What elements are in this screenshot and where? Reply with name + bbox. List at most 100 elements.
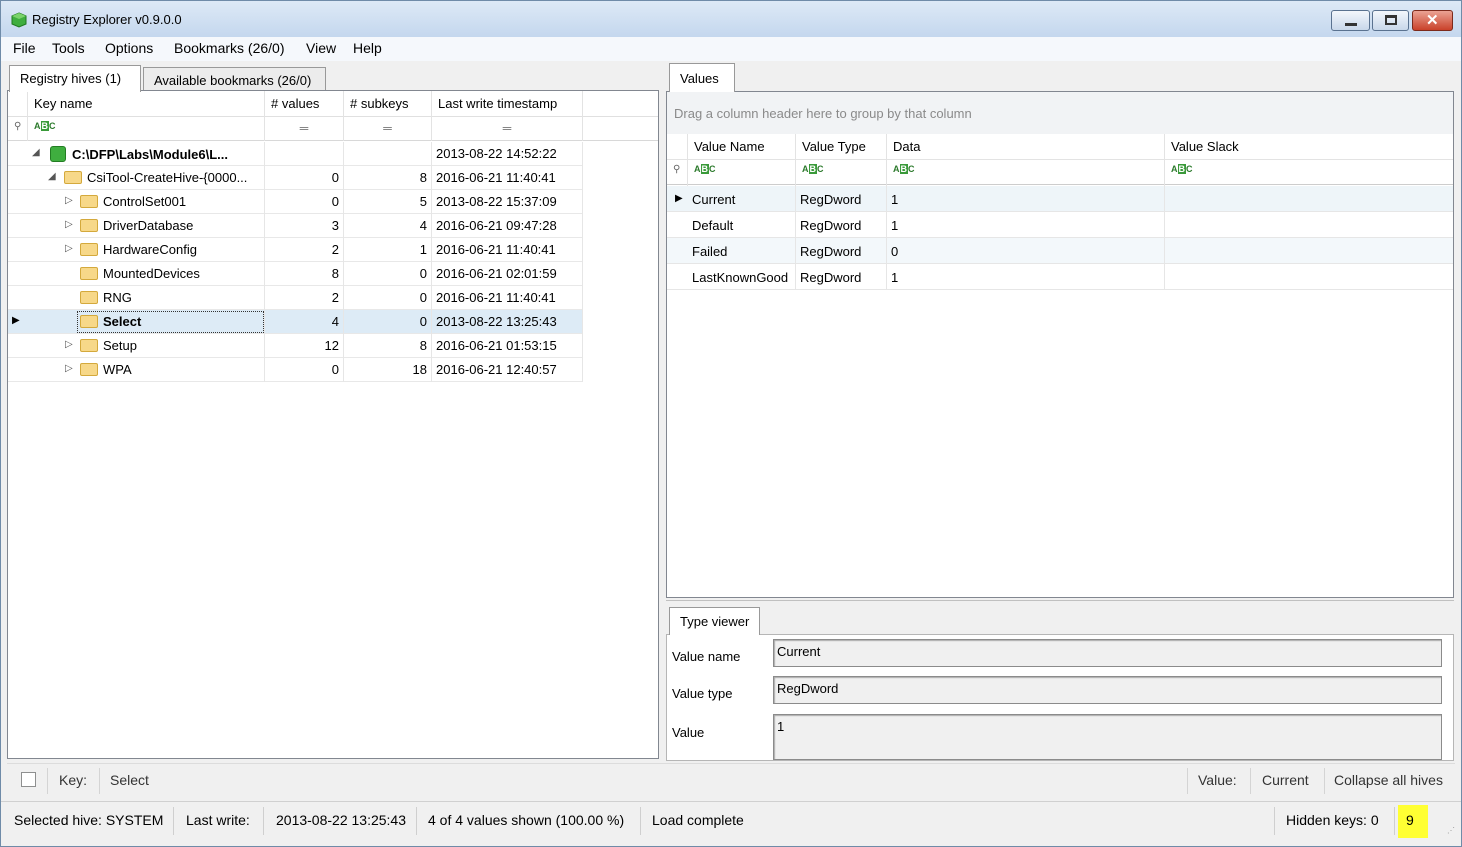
tree-row[interactable]: ▷ Setup 12 8 2016-06-21 01:53:15 [8, 334, 583, 358]
tab-available-bookmarks[interactable]: Available bookmarks (26/0) [143, 67, 326, 91]
folder-icon [80, 195, 98, 208]
column-value-name[interactable]: Value Name [688, 134, 796, 159]
filter-value-name[interactable]: ABC [688, 160, 796, 186]
expand-arrow-icon[interactable]: ▷ [65, 195, 73, 206]
tree-row[interactable]: ◢ CsiTool-CreateHive-{0000... 0 8 2016-0… [8, 166, 583, 190]
collapse-arrow-icon[interactable]: ◢ [32, 147, 40, 158]
menu-bookmarks[interactable]: Bookmarks (26/0) [174, 40, 284, 56]
filter-last-write[interactable]: ═ [432, 117, 583, 141]
menu-view[interactable]: View [306, 40, 336, 56]
expand-arrow-icon[interactable]: ▷ [65, 219, 73, 230]
menu-file[interactable]: File [13, 40, 36, 56]
key-subkeys-count: 8 [344, 166, 432, 190]
tree-row-hive[interactable]: ◢ C:\DFP\Labs\Module6\L... 2013-08-22 14… [8, 142, 583, 166]
key-values-count: 4 [265, 310, 344, 334]
value-row[interactable]: Failed RegDword 0 [667, 238, 1453, 264]
count-badge: 9 [1406, 812, 1414, 828]
minimize-button[interactable] [1331, 10, 1370, 31]
checkbox[interactable] [21, 772, 36, 787]
folder-icon [80, 243, 98, 256]
value-slack [1165, 212, 1453, 238]
equals-icon: ═ [502, 121, 512, 135]
type-viewer-panel: Value name Current Value type RegDword V… [666, 600, 1454, 761]
app-window: Registry Explorer v0.9.0.0 ✕ File Tools … [0, 0, 1462, 847]
hidden-keys-status: Hidden keys: 0 [1286, 812, 1379, 828]
folder-icon [64, 171, 82, 184]
collapse-all-hives-button[interactable]: Collapse all hives [1334, 772, 1443, 788]
value-name: Default [688, 212, 796, 238]
value-row[interactable]: Default RegDword 1 [667, 212, 1453, 238]
value-type-field[interactable]: RegDword [773, 676, 1442, 704]
tree-row[interactable]: ▷ HardwareConfig 2 1 2016-06-21 11:40:41 [8, 238, 583, 262]
registry-cube-icon [11, 12, 27, 28]
tree-row[interactable]: ▷ WPA 0 18 2016-06-21 12:40:57 [8, 358, 583, 382]
key-values-count: 3 [265, 214, 344, 238]
registry-key-tree: Key name # values # subkeys Last write t… [7, 90, 659, 759]
value-type: RegDword [796, 186, 887, 212]
text-filter-icon: ABC [34, 121, 56, 131]
folder-icon [80, 339, 98, 352]
value-name-field[interactable]: Current [773, 639, 1442, 667]
filter-value-type[interactable]: ABC [796, 160, 887, 186]
column-value-slack[interactable]: Value Slack [1165, 134, 1453, 159]
column-data[interactable]: Data [887, 134, 1165, 159]
tab-values[interactable]: Values [669, 63, 735, 92]
column-last-write[interactable]: Last write timestamp [432, 91, 583, 117]
value-data: 1 [887, 264, 1165, 290]
value-data: 0 [887, 238, 1165, 264]
key-values-count [265, 142, 344, 166]
tree-row[interactable]: ▷ DriverDatabase 3 4 2016-06-21 09:47:28 [8, 214, 583, 238]
label-value: Value [672, 725, 705, 740]
filter-subkeys[interactable]: ═ [344, 117, 432, 141]
tab-type-viewer[interactable]: Type viewer [669, 607, 761, 635]
maximize-button[interactable] [1372, 10, 1409, 31]
value-name: Current [688, 186, 796, 212]
key-subkeys-count: 18 [344, 358, 432, 382]
filter-values[interactable]: ═ [265, 117, 344, 141]
resize-grip-icon[interactable]: ⋰ [1447, 826, 1457, 836]
value-row-selected[interactable]: ▶ Current RegDword 1 [667, 186, 1453, 212]
value-type: RegDword [796, 238, 887, 264]
column-key-name[interactable]: Key name [28, 91, 265, 117]
menu-options[interactable]: Options [105, 40, 153, 56]
key-values-count: 0 [265, 190, 344, 214]
tree-row[interactable]: ▷ ControlSet001 0 5 2013-08-22 15:37:09 [8, 190, 583, 214]
folder-icon [80, 315, 98, 328]
last-write-label: Last write: [186, 812, 250, 828]
menu-tools[interactable]: Tools [52, 40, 85, 56]
column-values[interactable]: # values [265, 91, 344, 117]
tab-registry-hives[interactable]: Registry hives (1) [9, 65, 141, 92]
filter-value-slack[interactable]: ABC [1165, 160, 1453, 186]
column-subkeys[interactable]: # subkeys [344, 91, 432, 117]
equals-icon: ═ [299, 121, 309, 135]
selection-info-bar: Key: Select Value: Current Collapse all … [7, 763, 1455, 797]
key-value: Select [110, 772, 149, 788]
filter-key-name[interactable]: ABC [28, 117, 265, 141]
value-row[interactable]: LastKnownGood RegDword 1 [667, 264, 1453, 290]
value-slack [1165, 186, 1453, 212]
value-field[interactable]: 1 [773, 714, 1442, 760]
tree-row-selected[interactable]: ▶ Select 4 0 2013-08-22 13:25:43 [8, 310, 583, 334]
key-timestamp: 2016-06-21 01:53:15 [432, 334, 583, 358]
key-subkeys-count: 0 [344, 262, 432, 286]
close-icon: ✕ [1426, 12, 1439, 29]
tree-row[interactable]: RNG 2 0 2016-06-21 11:40:41 [8, 286, 583, 310]
expand-arrow-icon[interactable]: ▷ [65, 243, 73, 254]
key-timestamp: 2016-06-21 12:40:57 [432, 358, 583, 382]
collapse-arrow-icon[interactable]: ◢ [48, 171, 56, 182]
text-filter-icon: ABC [694, 164, 716, 174]
column-value-type[interactable]: Value Type [796, 134, 887, 159]
menu-help[interactable]: Help [353, 40, 382, 56]
group-by-area[interactable]: Drag a column header here to group by th… [667, 92, 1453, 134]
key-subkeys-count: 4 [344, 214, 432, 238]
filter-data[interactable]: ABC [887, 160, 1165, 186]
tree-row[interactable]: MountedDevices 8 0 2016-06-21 02:01:59 [8, 262, 583, 286]
close-button[interactable]: ✕ [1412, 10, 1453, 31]
pin-icon: ⚲ [8, 117, 28, 141]
expand-arrow-icon[interactable]: ▷ [65, 339, 73, 350]
text-filter-icon: ABC [893, 164, 915, 174]
value-slack [1165, 264, 1453, 290]
expand-arrow-icon[interactable]: ▷ [65, 363, 73, 374]
key-values-count: 8 [265, 262, 344, 286]
key-values-count: 0 [265, 358, 344, 382]
